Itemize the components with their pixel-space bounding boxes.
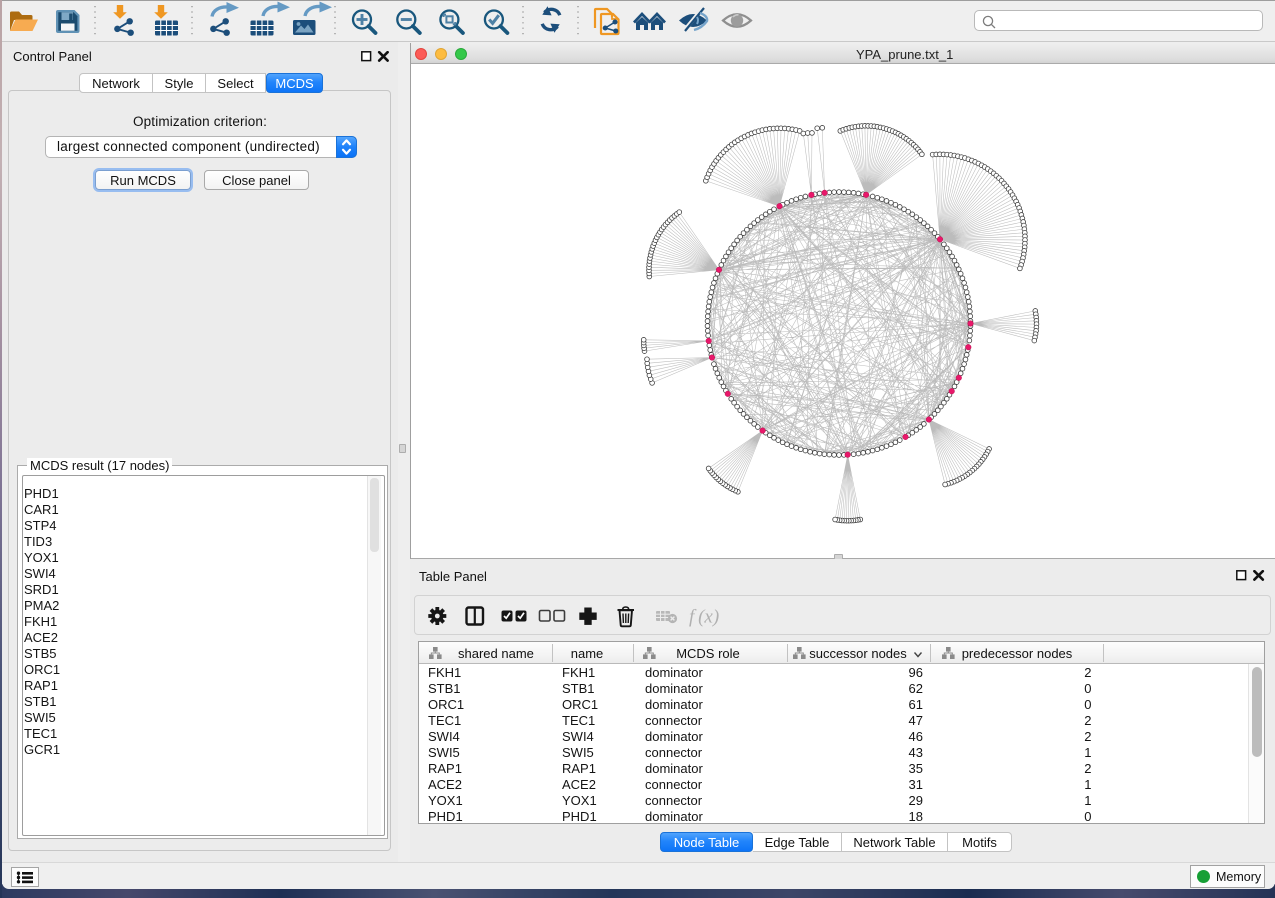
svg-text:f (x): f (x) — [689, 607, 719, 628]
